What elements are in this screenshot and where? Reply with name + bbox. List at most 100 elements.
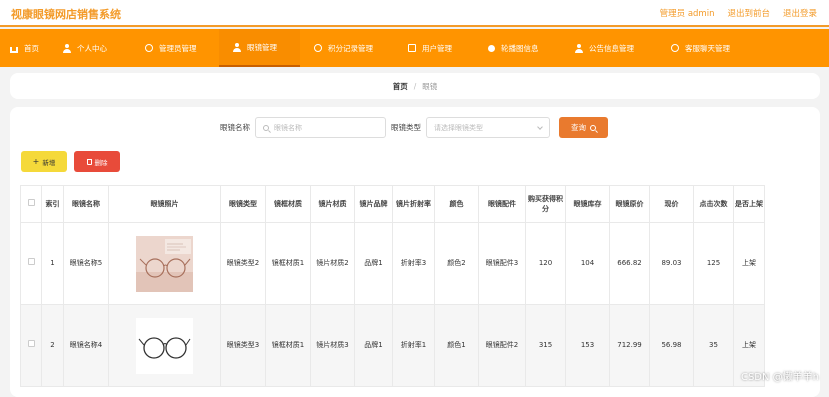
column-header: 眼镜名称 [63, 185, 109, 223]
nav-item-personal-center[interactable]: 个人中心 [53, 29, 135, 67]
column-header: 点击次数 [693, 185, 734, 223]
nav-label: 用户管理 [422, 43, 452, 53]
photo-cell [108, 304, 221, 387]
index-cell: 2 [41, 304, 64, 387]
column-header: 眼镜库存 [565, 185, 610, 223]
column-header: 眼镜类型 [220, 185, 266, 223]
search-icon [590, 124, 596, 131]
nav-item-points-records[interactable]: 积分记录管理 [300, 29, 396, 67]
column-header: 镜片折射率 [392, 185, 435, 223]
nav-item-carousel[interactable]: 轮播图信息 [478, 29, 565, 67]
original-price-cell: 712.99 [609, 304, 650, 387]
accessory-cell: 眼镜配件2 [478, 304, 526, 387]
exit-to-frontend-link[interactable]: 退出到前台 [727, 7, 770, 19]
column-header: 镜框材质 [265, 185, 311, 223]
clicks-cell: 35 [693, 304, 734, 387]
row-checkbox[interactable] [27, 258, 35, 266]
price-cell: 89.03 [649, 222, 694, 305]
color-cell: 颜色2 [434, 222, 479, 305]
clicks-cell: 125 [693, 222, 734, 305]
person-icon [575, 43, 583, 53]
home-icon [10, 46, 18, 53]
stock-cell: 104 [565, 222, 610, 305]
column-header: 现价 [649, 185, 694, 223]
accessory-cell: 眼镜配件3 [478, 222, 526, 305]
glasses-photo[interactable] [136, 235, 193, 292]
breadcrumb-home[interactable]: 首页 [393, 81, 408, 92]
nav-label: 眼镜管理 [247, 42, 277, 52]
main-nav: 首页 个人中心 管理员管理 眼镜管理 积分记录管理 用户管理 轮播图信息 公告信… [0, 29, 829, 67]
frame-cell: 镜框材质1 [265, 304, 311, 387]
nav-label: 客服聊天管理 [685, 43, 730, 53]
search-form: 眼镜名称 眼镜名称 眼镜类型 请选择眼镜类型 查询 [220, 117, 608, 138]
row-checkbox[interactable] [27, 340, 35, 348]
square-icon [408, 44, 416, 52]
query-label: 查询 [571, 123, 586, 132]
delete-button[interactable]: 删除 [74, 151, 120, 172]
glasses-photo[interactable] [136, 317, 193, 374]
nav-item-announcements[interactable]: 公告信息管理 [565, 29, 663, 67]
type-label: 眼镜类型 [391, 123, 421, 132]
frame-cell: 镜框材质1 [265, 222, 311, 305]
delete-label: 删除 [94, 158, 108, 167]
select-all-checkbox[interactable] [27, 198, 35, 206]
table-row[interactable]: 2 眼镜名称4 眼镜类型3 镜框材质1 镜片材质3 品牌1 折射率1 颜色1 眼… [20, 304, 765, 387]
person-icon [233, 42, 241, 52]
add-button[interactable]: + 新增 [21, 151, 67, 172]
nav-label: 积分记录管理 [328, 43, 373, 53]
trash-icon [86, 158, 92, 165]
nav-label: 首页 [24, 43, 39, 53]
brand-cell: 品牌1 [354, 222, 393, 305]
app-title: 视康眼镜网店销售系统 [11, 8, 121, 21]
nav-item-user-management[interactable]: 用户管理 [396, 29, 478, 67]
name-search-input[interactable]: 眼镜名称 [255, 117, 386, 138]
table-header-row: 索引 眼镜名称 眼镜照片 眼镜类型 镜框材质 镜片材质 镜片品牌 镜片折射率 颜… [20, 185, 765, 223]
nav-label: 轮播图信息 [501, 43, 539, 53]
column-header: 索引 [41, 185, 64, 223]
query-button[interactable]: 查询 [559, 117, 608, 138]
admin-user-link[interactable]: 管理员 admin [660, 7, 715, 19]
search-icon [263, 124, 269, 131]
nav-item-customer-chat[interactable]: 客服聊天管理 [663, 29, 763, 67]
column-header: 购买获得积分 [525, 185, 566, 223]
chevron-down-icon [537, 124, 543, 130]
lens-cell: 镜片材质2 [310, 222, 355, 305]
refraction-cell: 折射率1 [392, 304, 435, 387]
lens-cell: 镜片材质3 [310, 304, 355, 387]
nav-label: 公告信息管理 [589, 43, 634, 53]
breadcrumb-current: 眼镜 [422, 81, 438, 91]
nav-item-home[interactable]: 首页 [0, 29, 53, 67]
top-header: 视康眼镜网店销售系统 管理员 admin 退出到前台 退出登录 [0, 0, 829, 27]
name-label: 眼镜名称 [220, 123, 250, 132]
column-header: 是否上架 [733, 185, 765, 223]
plus-icon: + [32, 156, 40, 166]
column-header: 镜片材质 [310, 185, 355, 223]
breadcrumb: 首页 / 眼镜 [10, 73, 820, 99]
ring-icon [314, 44, 322, 52]
type-cell: 眼镜类型3 [220, 304, 266, 387]
column-header: 眼镜照片 [108, 185, 221, 223]
stock-cell: 153 [565, 304, 610, 387]
top-links: 管理员 admin 退出到前台 退出登录 [660, 7, 817, 19]
price-cell: 56.98 [649, 304, 694, 387]
column-header: 颜色 [434, 185, 479, 223]
points-cell: 315 [525, 304, 566, 387]
original-price-cell: 666.82 [609, 222, 650, 305]
name-cell: 眼镜名称4 [63, 304, 109, 387]
brand-cell: 品牌1 [354, 304, 393, 387]
nav-item-glasses-management[interactable]: 眼镜管理 [219, 29, 300, 67]
carousel-icon [488, 44, 495, 52]
add-label: 新增 [42, 158, 56, 167]
index-cell: 1 [41, 222, 64, 305]
ring-icon [145, 44, 153, 52]
points-cell: 120 [525, 222, 566, 305]
column-header: 眼镜原价 [609, 185, 650, 223]
column-header: 眼镜配件 [478, 185, 526, 223]
nav-label: 个人中心 [77, 43, 107, 53]
logout-link[interactable]: 退出登录 [783, 7, 817, 19]
select-all-cell [20, 185, 42, 223]
nav-item-admin-management[interactable]: 管理员管理 [135, 29, 219, 67]
ring-icon [671, 44, 679, 52]
table-row[interactable]: 1 眼镜名称5 眼镜类型2 镜框材质1 镜片材质2 品牌1 折射率3 颜色2 眼… [20, 222, 765, 305]
type-select[interactable]: 请选择眼镜类型 [426, 117, 550, 138]
